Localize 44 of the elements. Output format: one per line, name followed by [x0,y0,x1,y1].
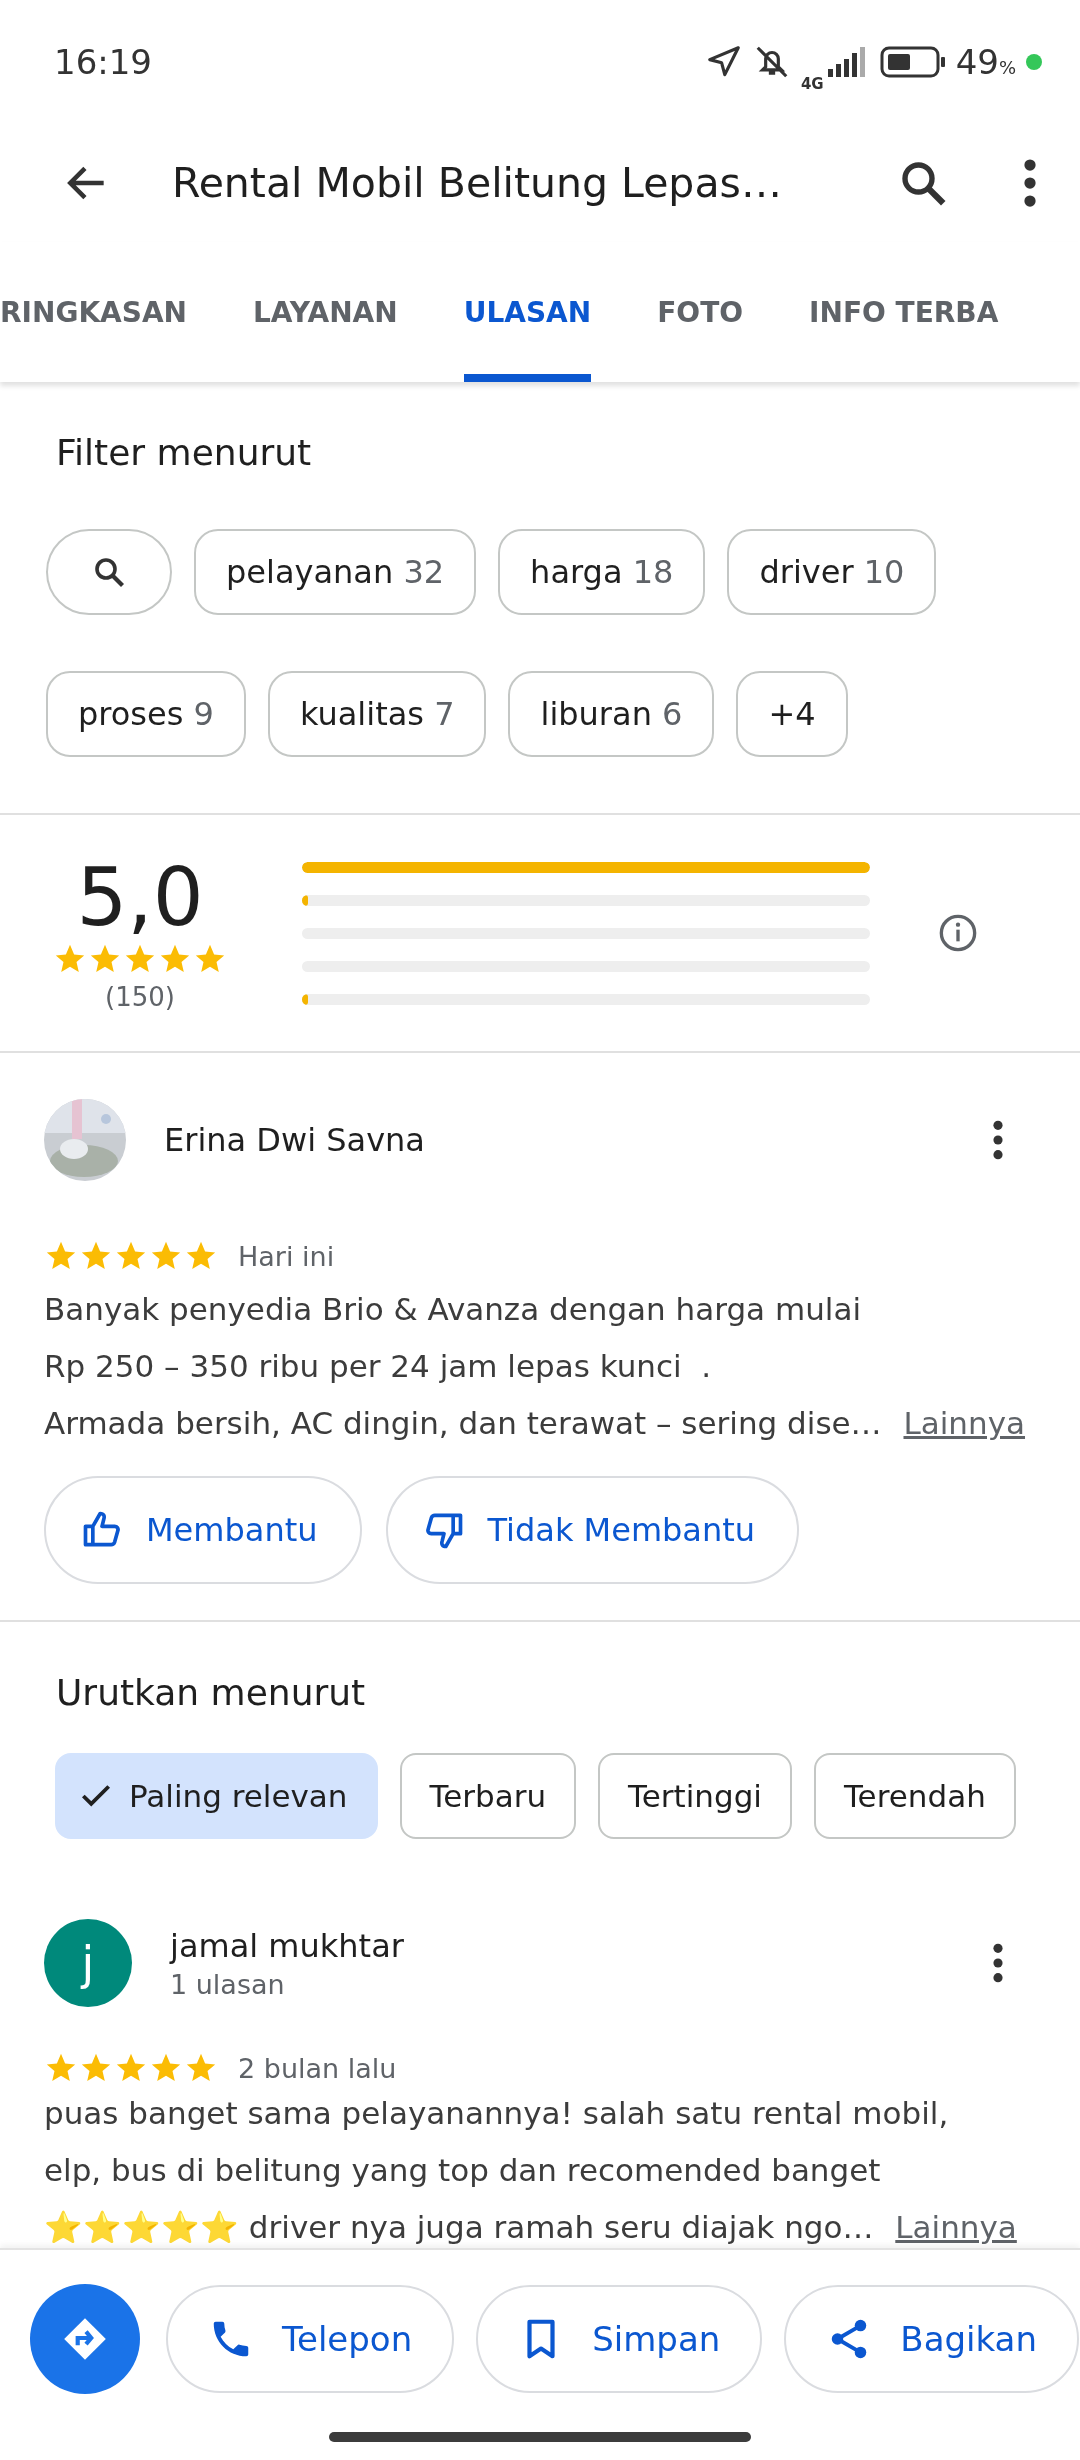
not-helpful-button[interactable]: Tidak Membantu [385,1476,800,1584]
sort-chip[interactable]: Paling relevan [55,1753,378,1839]
review-date: 2 bulan lalu [238,2052,397,2084]
info-icon[interactable] [938,913,978,953]
sort-chip[interactable]: Tertinggi [598,1753,792,1839]
privacy-dot [1026,54,1042,70]
filter-chip[interactable]: kualitas 7 [267,671,487,757]
review-text: Banyak penyedia Brio & Avanza dengan harga mulai Rp 250 – 350 ribu per 24 jam lepas kunci . Armada bersih, AC dingin, dan terawat – sering dise… Lainnya [44,1290,1026,1443]
tab[interactable]: FOTO [657,242,744,382]
section-heading: Urutkan menurut [55,1671,367,1713]
helpful-button[interactable]: Membantu [44,1476,362,1584]
sort-chip[interactable]: Terendah [813,1753,1016,1839]
status-time: 16:19 [54,42,152,82]
avatar-initial: j [44,1919,132,2007]
reviewer-name: jamal mukhtar [170,1926,404,1965]
tab[interactable]: INFO TERBA [809,242,999,382]
tab[interactable]: LAYANAN [253,242,398,382]
tab[interactable]: ULASAN [463,242,592,382]
reviewer-name: Erina Dwi Savna [164,1121,425,1159]
review-date: Hari ini [238,1240,335,1272]
section-heading: Filter menurut [55,431,313,473]
rating-score: 5,0 [76,854,204,942]
filter-chip[interactable]: driver 10 [727,529,937,615]
more-options-icon[interactable] [990,1118,1006,1162]
filter-chip[interactable]: pelayanan 32 [194,529,477,615]
network-type: 4G [800,75,824,93]
more-chip[interactable]: +4 [736,671,848,757]
tab[interactable]: RINGKASAN [0,242,188,382]
share-button[interactable]: Bagikan [784,2285,1079,2393]
more-options-icon[interactable] [990,1941,1006,1985]
reviewer-meta: 1 ulasan [170,1968,286,2000]
filter-chip[interactable]: harga 18 [498,529,706,615]
place-title: Rental Mobil Belitung Lepas… [172,159,783,207]
save-button[interactable]: Simpan [476,2285,763,2393]
filter-chip[interactable]: proses 9 [46,671,246,757]
battery-percent: 49% [955,42,1016,82]
sort-chip[interactable]: Terbaru [399,1753,577,1839]
filter-chip[interactable]: liburan 6 [508,671,715,757]
battery-icon [879,46,946,78]
review-count: (150) [105,982,175,1012]
more-link[interactable]: Lainnya [903,1405,1025,1441]
review-text: puas banget sama pelayanannya! salah satu rental mobil, elp, bus di belitung yang top dan recomended banget ⭐⭐⭐⭐⭐ driver nya juga ramah seru diajak ngo… Lainnya [44,2094,1018,2247]
more-link[interactable]: Lainnya [895,2209,1017,2245]
call-button[interactable]: Telepon [166,2285,455,2393]
